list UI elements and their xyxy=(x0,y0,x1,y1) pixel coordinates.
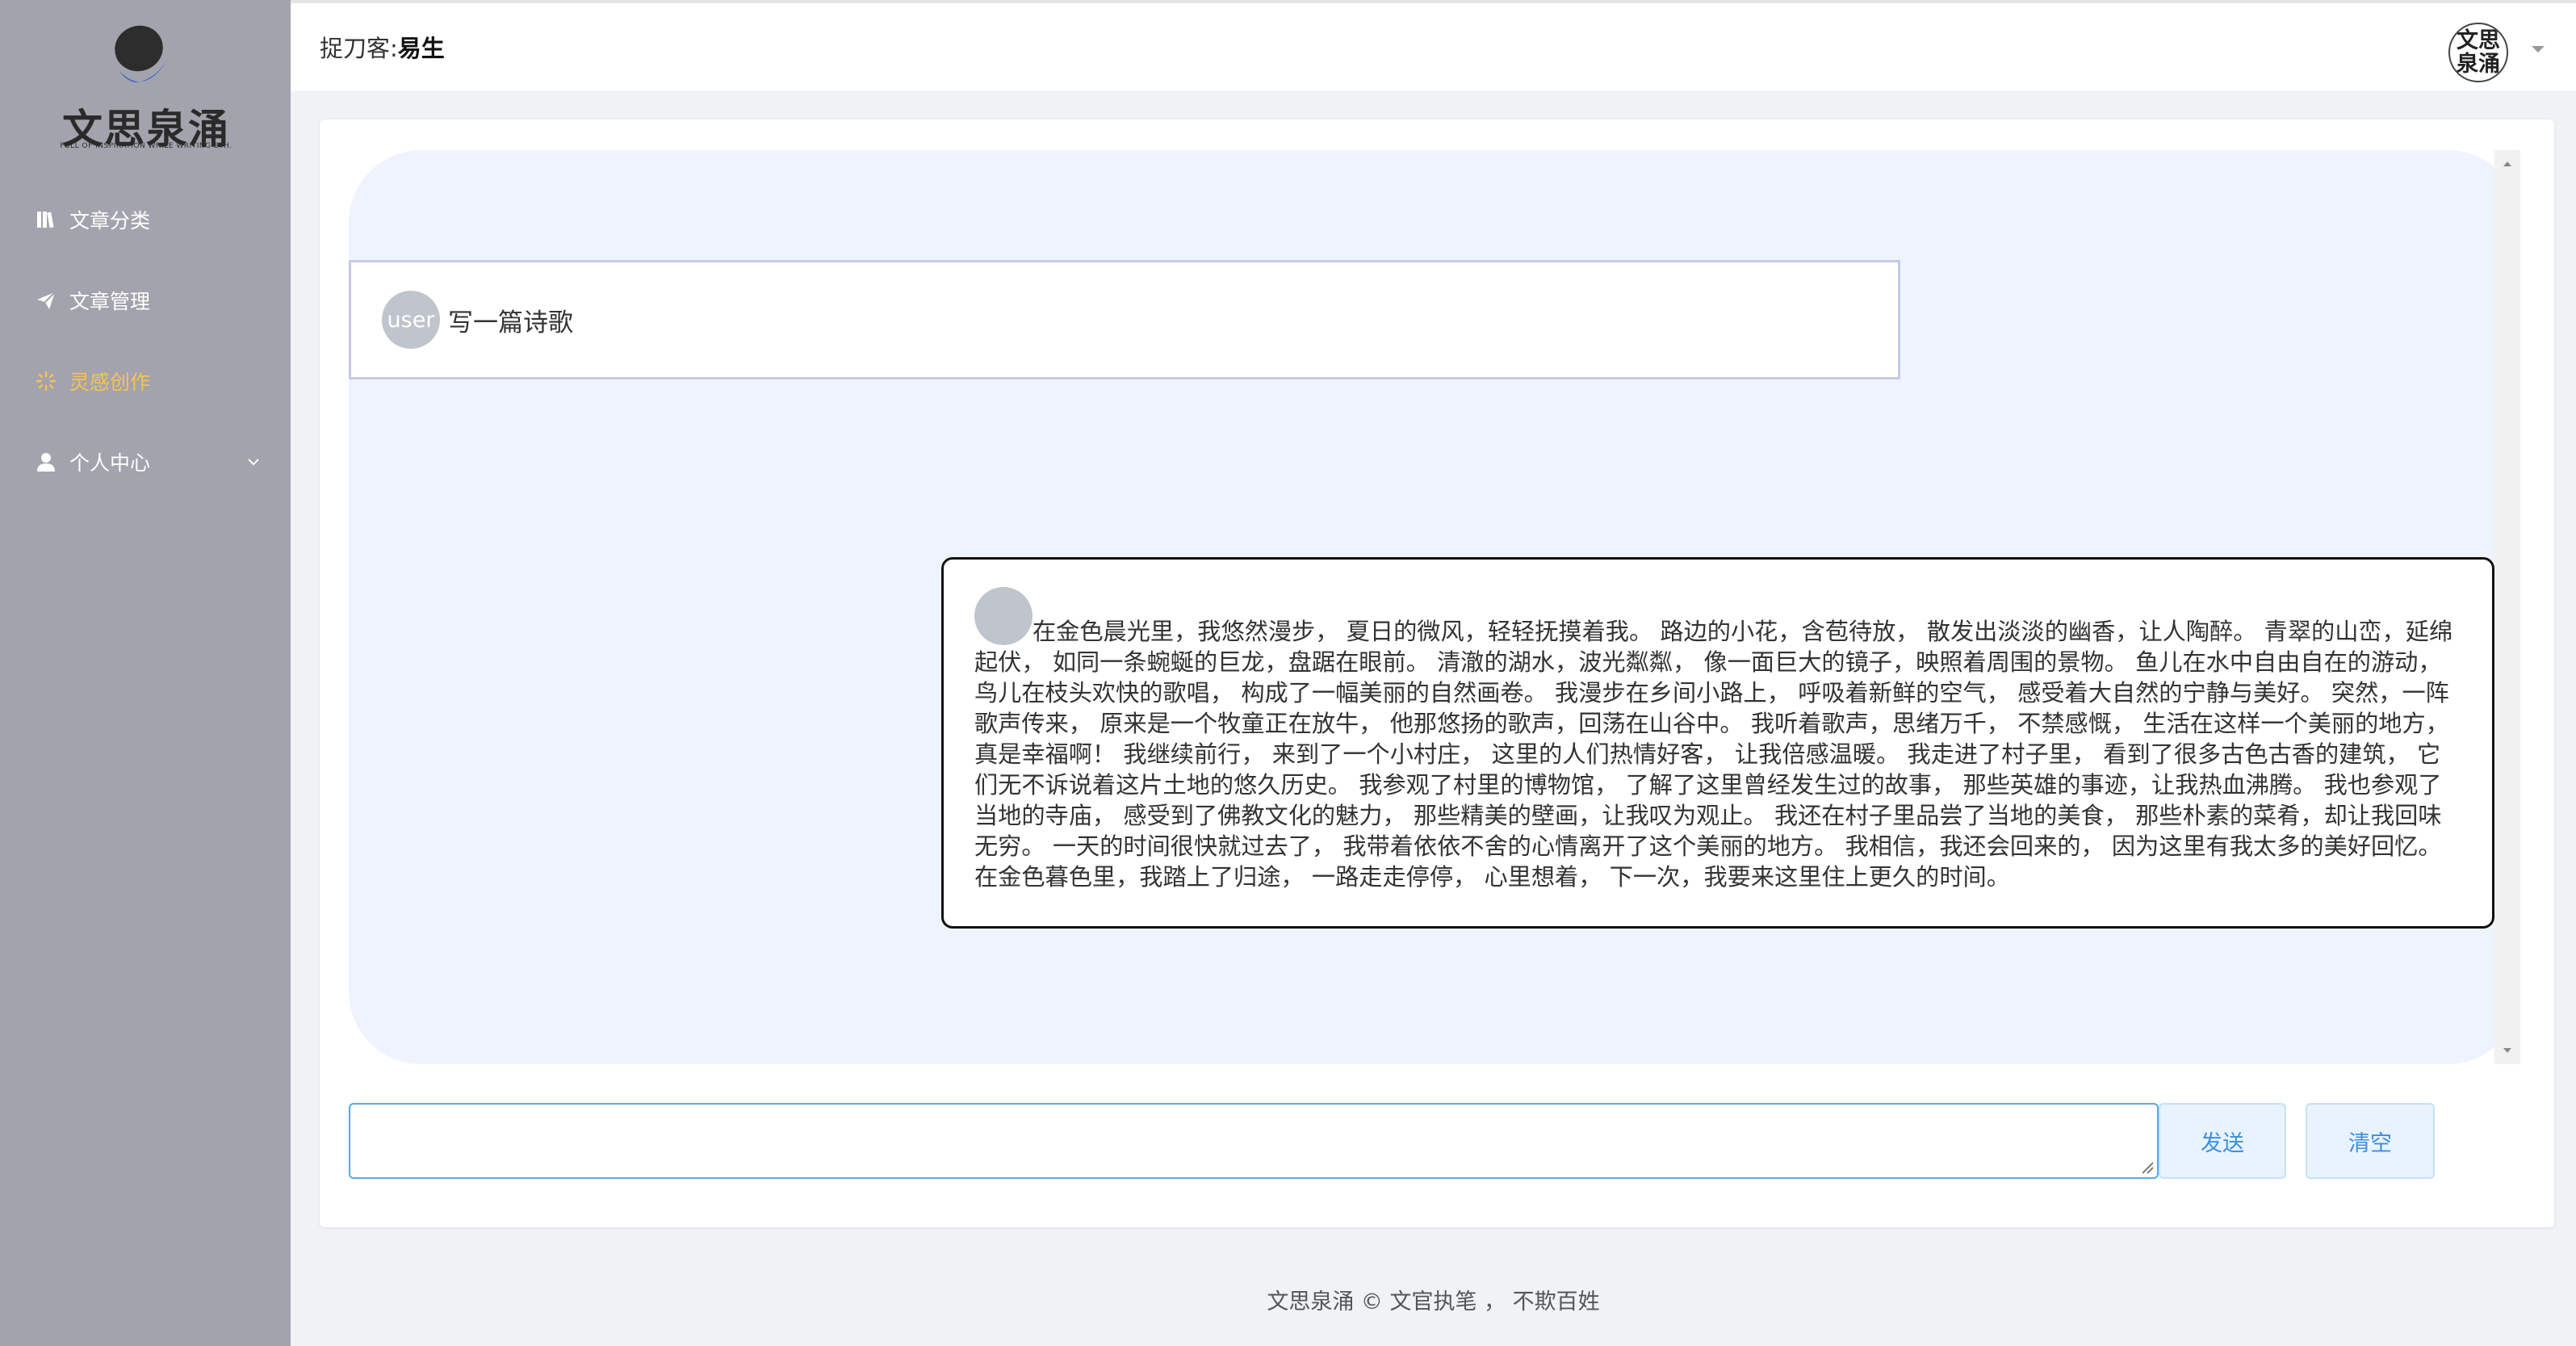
chat-scrollbar[interactable] xyxy=(2494,150,2520,1064)
assistant-message: 在金色晨光里，我悠然漫步， 夏日的微风，轻轻抚摸着我。 路边的小花，含苞待放， … xyxy=(941,557,2494,929)
header-label: 捉刀客: xyxy=(320,35,398,62)
sidebar-item-label: 个人中心 xyxy=(69,451,151,475)
prompt-input[interactable] xyxy=(349,1103,2159,1179)
assistant-message-text: 在金色晨光里，我悠然漫步， 夏日的微风，轻轻抚摸着我。 路边的小花，含苞待放， … xyxy=(974,618,2453,891)
book-icon xyxy=(34,208,58,232)
user-avatar[interactable]: 文思泉涌 xyxy=(2448,23,2508,82)
header-username: 易生 xyxy=(397,35,445,62)
footer: 文思泉涌 © 文官执笔 ， 不欺百姓 xyxy=(291,1284,2576,1315)
chat-history[interactable]: user 写一篇诗歌 在金色晨光里，我悠然漫步， 夏日的微风，轻轻抚摸着我。 路… xyxy=(349,150,2520,1064)
logo[interactable]: 文思泉涌 FULL OF INSPIRATION WHILE WRITING S… xyxy=(53,24,239,153)
assistant-avatar xyxy=(974,587,1032,645)
logo-mark-icon xyxy=(115,25,168,82)
paper-plane-icon xyxy=(34,288,58,312)
sidebar-item-label: 灵感创作 xyxy=(69,371,151,394)
scroll-down-arrow-icon[interactable] xyxy=(2502,1046,2513,1055)
logo-subtitle: FULL OF INSPIRATION WHILE WRITING STH. xyxy=(60,142,232,150)
user-message: user 写一篇诗歌 xyxy=(349,260,1900,379)
app-root: 文思泉涌 FULL OF INSPIRATION WHILE WRITING S… xyxy=(0,0,2576,1346)
sidebar-item-article-category[interactable]: 文章分类 xyxy=(0,187,291,252)
user-icon xyxy=(34,450,58,474)
sidebar: 文思泉涌 FULL OF INSPIRATION WHILE WRITING S… xyxy=(0,0,291,1346)
top-header: 捉刀客: 易生 文思泉涌 xyxy=(291,0,2576,90)
send-button[interactable]: 发送 xyxy=(2159,1103,2286,1179)
clear-button[interactable]: 清空 xyxy=(2306,1103,2435,1179)
sidebar-item-personal-center[interactable]: 个人中心 xyxy=(0,430,291,494)
avatar-text: 文思泉涌 xyxy=(2457,28,2500,77)
caret-down-icon[interactable] xyxy=(2529,44,2547,55)
sidebar-item-label: 文章分类 xyxy=(69,209,151,233)
footer-text: 文思泉涌 © 文官执笔 ， 不欺百姓 xyxy=(1267,1289,1600,1315)
resize-handle-icon[interactable] xyxy=(2141,1161,2154,1174)
sidebar-item-inspiration[interactable]: 灵感创作 xyxy=(0,349,291,413)
sidebar-item-article-management[interactable]: 文章管理 xyxy=(0,268,291,333)
scroll-up-arrow-icon[interactable] xyxy=(2502,160,2513,168)
sparkle-icon xyxy=(34,369,58,393)
user-message-avatar: user xyxy=(382,291,440,349)
sidebar-item-label: 文章管理 xyxy=(69,290,151,313)
main-card: user 写一篇诗歌 在金色晨光里，我悠然漫步， 夏日的微风，轻轻抚摸着我。 路… xyxy=(320,120,2554,1227)
user-message-text: 写一篇诗歌 xyxy=(448,308,573,338)
chevron-down-icon xyxy=(248,459,259,466)
